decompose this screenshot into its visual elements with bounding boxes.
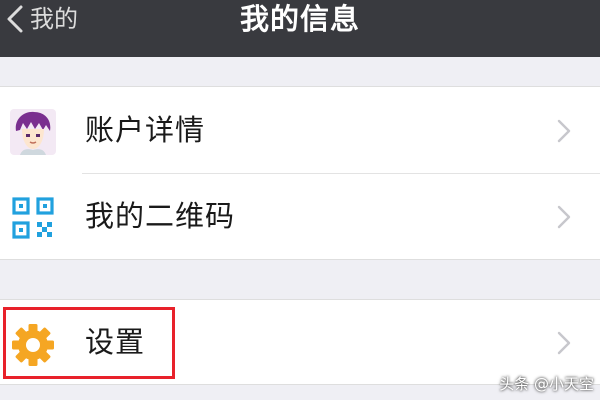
page-title: 我的信息 xyxy=(239,2,360,36)
account-details-label: 账户详情 xyxy=(85,113,206,147)
chevron-right-icon xyxy=(557,205,571,229)
my-qrcode-label: 我的二维码 xyxy=(85,199,236,233)
watermark: 头条 @小天空 xyxy=(499,375,594,393)
settings-highlight-box xyxy=(3,307,175,379)
chevron-right-icon xyxy=(557,331,571,355)
list-group-profile: 账户详情 我的二维码 xyxy=(0,86,600,260)
chevron-right-icon xyxy=(557,119,571,143)
avatar-icon xyxy=(10,109,56,155)
account-details-row[interactable]: 账户详情 xyxy=(0,87,600,173)
qrcode-icon xyxy=(10,195,56,241)
my-qrcode-row[interactable]: 我的二维码 xyxy=(0,173,600,259)
navigation-bar: 我的 我的信息 xyxy=(0,0,600,57)
